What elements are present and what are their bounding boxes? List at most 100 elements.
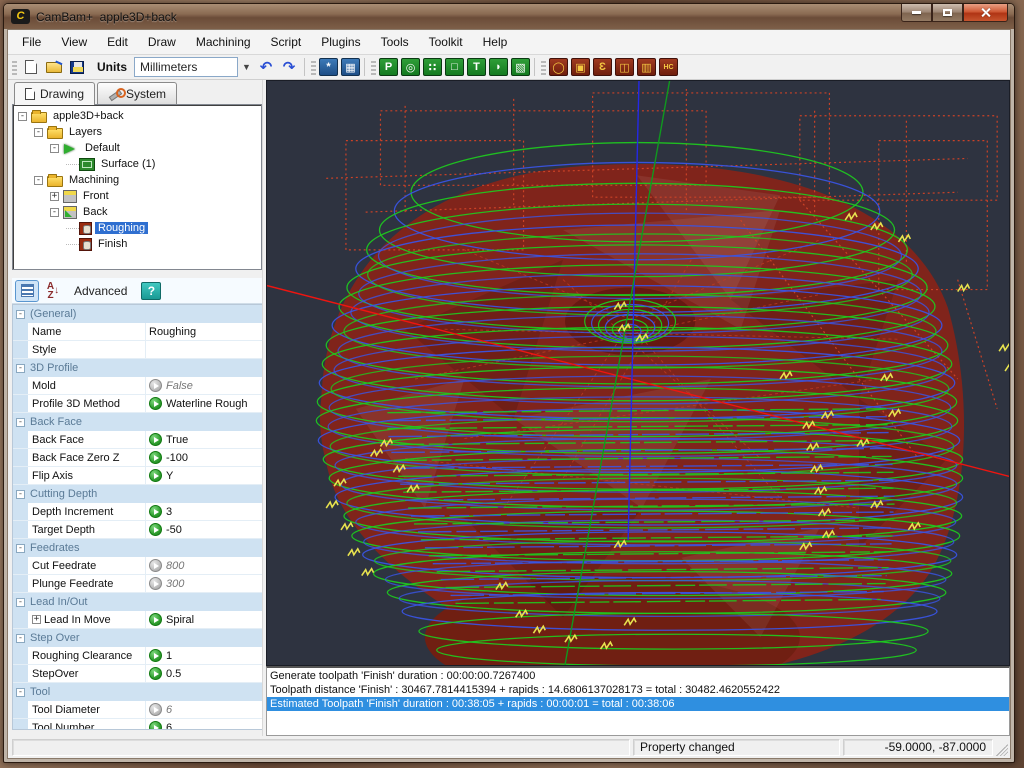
tree-item-roughing[interactable]: Roughing [95, 222, 148, 234]
tree-item-surface-1-[interactable]: Surface (1) [98, 158, 158, 170]
property-value[interactable]: Roughing [146, 323, 262, 340]
property-row[interactable]: Tool Number6 [13, 719, 262, 730]
tree-item-back[interactable]: Back [80, 206, 110, 218]
tree-expander[interactable]: - [50, 208, 59, 217]
category-collapse-icon[interactable]: - [16, 418, 25, 427]
category-collapse-icon[interactable]: - [16, 688, 25, 697]
tree-item-finish[interactable]: Finish [95, 238, 130, 250]
engrave-op-icon[interactable]: Ɛ [593, 58, 612, 76]
tab-system[interactable]: System [97, 82, 177, 104]
menu-tools[interactable]: Tools [371, 31, 419, 53]
toolbar-grip[interactable] [541, 59, 546, 76]
menu-draw[interactable]: Draw [138, 31, 186, 53]
tree-item-default[interactable]: Default [82, 142, 123, 154]
profile3d-op-icon[interactable]: ▥ [637, 58, 656, 76]
property-row[interactable]: Back Face Zero Z-100 [13, 449, 262, 467]
log-line[interactable]: Estimated Toolpath 'Finish' duration : 0… [267, 697, 1009, 711]
save-file-button[interactable] [66, 57, 88, 78]
advanced-label[interactable]: Advanced [74, 284, 127, 298]
property-row[interactable]: StepOver0.5 [13, 665, 262, 683]
gcode-op-icon[interactable]: HC [659, 58, 678, 76]
property-value[interactable]: 800 [146, 557, 262, 574]
viewport-3d[interactable] [266, 80, 1010, 666]
alphabetical-sort-button[interactable]: AZ↓ [42, 281, 64, 301]
menu-script[interactable]: Script [261, 31, 312, 53]
property-row[interactable]: Cut Feedrate800 [13, 557, 262, 575]
redo-button[interactable]: ↷ [278, 57, 300, 78]
arc-icon[interactable]: ◗ [489, 58, 508, 76]
drill-op-icon[interactable]: ◫ [615, 58, 634, 76]
tree-expander[interactable]: - [34, 128, 43, 137]
toolbar-grip[interactable] [12, 59, 17, 76]
category-collapse-icon[interactable]: - [16, 490, 25, 499]
profile-op-icon[interactable]: ◯ [549, 58, 568, 76]
title-bar[interactable]: C CamBam+ apple3D+back [4, 4, 1014, 29]
property-row[interactable]: Flip AxisY [13, 467, 262, 485]
property-row[interactable]: Target Depth-50 [13, 521, 262, 539]
property-value[interactable]: -50 [146, 521, 262, 538]
property-value[interactable]: Waterline Rough [146, 395, 262, 412]
minimize-button[interactable] [901, 4, 932, 22]
pocket-op-icon[interactable]: ▣ [571, 58, 590, 76]
property-value[interactable]: -100 [146, 449, 262, 466]
close-button[interactable] [963, 4, 1008, 22]
property-value[interactable]: 300 [146, 575, 262, 592]
circle-icon[interactable]: ◎ [401, 58, 420, 76]
property-value[interactable]: 3 [146, 503, 262, 520]
toolbar-grip[interactable] [371, 59, 376, 76]
property-value[interactable]: 1 [146, 647, 262, 664]
property-value[interactable]: Y [146, 467, 262, 484]
menu-file[interactable]: File [12, 31, 51, 53]
undo-button[interactable]: ↶ [255, 57, 277, 78]
text-icon[interactable]: T [467, 58, 486, 76]
property-category[interactable]: -3D Profile [13, 359, 262, 377]
zoom-fit-icon[interactable]: * [319, 58, 338, 76]
property-value[interactable]: False [146, 377, 262, 394]
property-row[interactable]: Roughing Clearance1 [13, 647, 262, 665]
menu-toolkit[interactable]: Toolkit [419, 31, 473, 53]
property-row[interactable]: Tool Diameter6 [13, 701, 262, 719]
tree-expander[interactable]: - [50, 144, 59, 153]
category-collapse-icon[interactable]: - [16, 310, 25, 319]
property-category[interactable]: -Cutting Depth [13, 485, 262, 503]
property-value[interactable]: 0.5 [146, 665, 262, 682]
property-category[interactable]: -Step Over [13, 629, 262, 647]
property-row[interactable]: Back FaceTrue [13, 431, 262, 449]
menu-plugins[interactable]: Plugins [311, 31, 370, 53]
open-file-button[interactable] [43, 57, 65, 78]
grid-icon[interactable]: ▦ [341, 58, 360, 76]
property-row[interactable]: Plunge Feedrate300 [13, 575, 262, 593]
units-dropdown-arrow-icon[interactable]: ▼ [239, 57, 254, 77]
property-expander[interactable]: + [32, 615, 41, 624]
property-row[interactable]: +Lead In MoveSpiral [13, 611, 262, 629]
property-value[interactable]: 6 [146, 719, 262, 730]
property-value[interactable]: 6 [146, 701, 262, 718]
menu-edit[interactable]: Edit [97, 31, 138, 53]
menu-view[interactable]: View [51, 31, 97, 53]
tree-item-apple3d-back[interactable]: apple3D+back [50, 110, 127, 122]
property-category[interactable]: -(General) [13, 305, 262, 323]
tree-expander[interactable]: - [18, 112, 27, 121]
property-value[interactable]: True [146, 431, 262, 448]
category-collapse-icon[interactable]: - [16, 634, 25, 643]
category-collapse-icon[interactable]: - [16, 364, 25, 373]
categorized-view-button[interactable] [16, 281, 38, 301]
tab-drawing[interactable]: Drawing [14, 82, 95, 105]
toolbar-grip[interactable] [311, 59, 316, 76]
tree-item-machining[interactable]: Machining [66, 174, 122, 186]
menu-machining[interactable]: Machining [186, 31, 261, 53]
tree-item-layers[interactable]: Layers [66, 126, 105, 138]
property-value[interactable] [146, 341, 262, 358]
menu-help[interactable]: Help [473, 31, 518, 53]
property-category[interactable]: -Lead In/Out [13, 593, 262, 611]
category-collapse-icon[interactable]: - [16, 544, 25, 553]
polyline-icon[interactable]: P [379, 58, 398, 76]
tree-item-front[interactable]: Front [80, 190, 112, 202]
help-button[interactable]: ? [141, 282, 161, 300]
category-collapse-icon[interactable]: - [16, 598, 25, 607]
points-icon[interactable]: ∷ [423, 58, 442, 76]
surface-icon[interactable]: ▧ [511, 58, 530, 76]
rectangle-icon[interactable]: □ [445, 58, 464, 76]
property-row[interactable]: Style [13, 341, 262, 359]
tree-expander[interactable]: + [50, 192, 59, 201]
